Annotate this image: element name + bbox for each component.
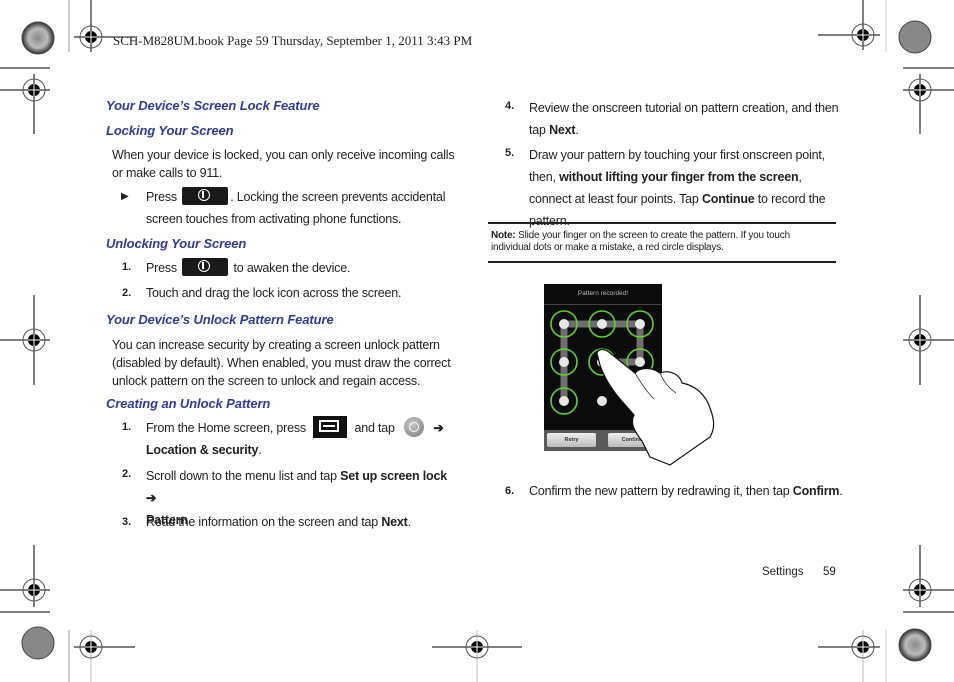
bullet-marker: ▶: [121, 191, 129, 202]
step-text: From the Home screen, press: [146, 421, 306, 435]
pattern-intro-paragraph: You can increase security by creating a …: [112, 338, 451, 388]
pattern-status-text: Pattern recorded!: [544, 284, 662, 305]
step-number: 4.: [505, 100, 515, 112]
note-text: Slide your finger on the screen to creat…: [491, 230, 790, 253]
button-name-confirm: Confirm: [792, 484, 840, 498]
locking-bullet: Press . Locking the screen prevents acci…: [146, 186, 456, 230]
pattern-dot: [559, 319, 569, 329]
punctuation: .: [839, 484, 843, 498]
punctuation: .: [407, 515, 412, 529]
color-rosette-icon: [898, 628, 932, 662]
note-top-rule: [488, 222, 836, 224]
bullet-press-text: Press: [146, 190, 177, 204]
step-text: Scroll down to the menu list and tap: [146, 469, 341, 483]
emphasis-text: without lifting your finger from the scr…: [559, 170, 799, 184]
step-5: Draw your pattern by touching your first…: [529, 144, 839, 232]
punctuation: .: [258, 443, 262, 457]
button-name-continue: Continue: [701, 192, 755, 206]
unlock-step-2: Touch and drag the lock icon across the …: [146, 286, 402, 300]
power-key-icon: [182, 258, 229, 276]
pattern-dot: [559, 396, 569, 406]
step-number: 5.: [505, 147, 515, 159]
step-text: Confirm the new pattern by redrawing it,…: [529, 484, 793, 498]
step-number: 1.: [122, 421, 132, 433]
book-slug-header: SCH-M828UM.book Page 59 Thursday, Septem…: [113, 33, 473, 48]
step-text: to awaken the device.: [233, 261, 351, 275]
note-label: Note:: [491, 230, 516, 241]
step-text: Press: [146, 261, 177, 275]
heading-screen-lock-feature: Your Device’s Screen Lock Feature: [106, 98, 320, 113]
footer-page-number: 59: [823, 566, 836, 578]
punctuation: .: [575, 123, 579, 137]
menu-key-icon: [313, 416, 348, 438]
settings-icon: [404, 417, 425, 437]
create-step-1: From the Home screen, press and tap ➔ Lo…: [146, 416, 456, 461]
step-text: Read the information on the screen and t…: [146, 515, 382, 529]
power-key-icon: [182, 187, 229, 205]
step-number: 3.: [122, 516, 132, 528]
step-text: and tap: [354, 421, 396, 435]
unlock-step-1: Press to awaken the device.: [146, 258, 350, 277]
note-bottom-rule: [488, 261, 836, 263]
button-name-next: Next: [549, 123, 576, 137]
retry-button[interactable]: Retry: [547, 433, 596, 447]
step-number: 6.: [505, 485, 515, 497]
button-name-next: Next: [381, 515, 408, 529]
color-rosette-icon: [21, 626, 55, 660]
heading-creating-unlock-pattern: Creating an Unlock Pattern: [106, 396, 271, 411]
create-step-3: Read the information on the screen and t…: [146, 513, 411, 531]
arrow-glyph: ➔: [433, 421, 444, 435]
step-number: 1.: [122, 261, 132, 273]
locking-intro-paragraph: When your device is locked, you can only…: [112, 148, 455, 180]
heading-locking-your-screen: Locking Your Screen: [106, 123, 234, 138]
color-rosette-icon: [21, 21, 55, 55]
step-number: 2.: [122, 468, 132, 480]
pattern-dot: [635, 319, 645, 329]
menu-path-location-security: Location & security: [146, 443, 259, 457]
finger-hand-icon: [596, 348, 715, 466]
color-rosette-icon: [898, 20, 932, 54]
step-6: Confirm the new pattern by redrawing it,…: [529, 482, 849, 500]
note-box: Note: Slide your finger on the screen to…: [491, 230, 831, 254]
heading-unlock-pattern-feature: Your Device’s Unlock Pattern Feature: [106, 312, 334, 327]
footer-section-name: Settings: [762, 566, 804, 578]
step-number: 2.: [122, 287, 132, 299]
pattern-dot: [559, 357, 569, 367]
heading-unlocking-your-screen: Unlocking Your Screen: [106, 236, 247, 251]
step-4: Review the onscreen tutorial on pattern …: [529, 97, 839, 141]
pattern-dot: [597, 319, 607, 329]
